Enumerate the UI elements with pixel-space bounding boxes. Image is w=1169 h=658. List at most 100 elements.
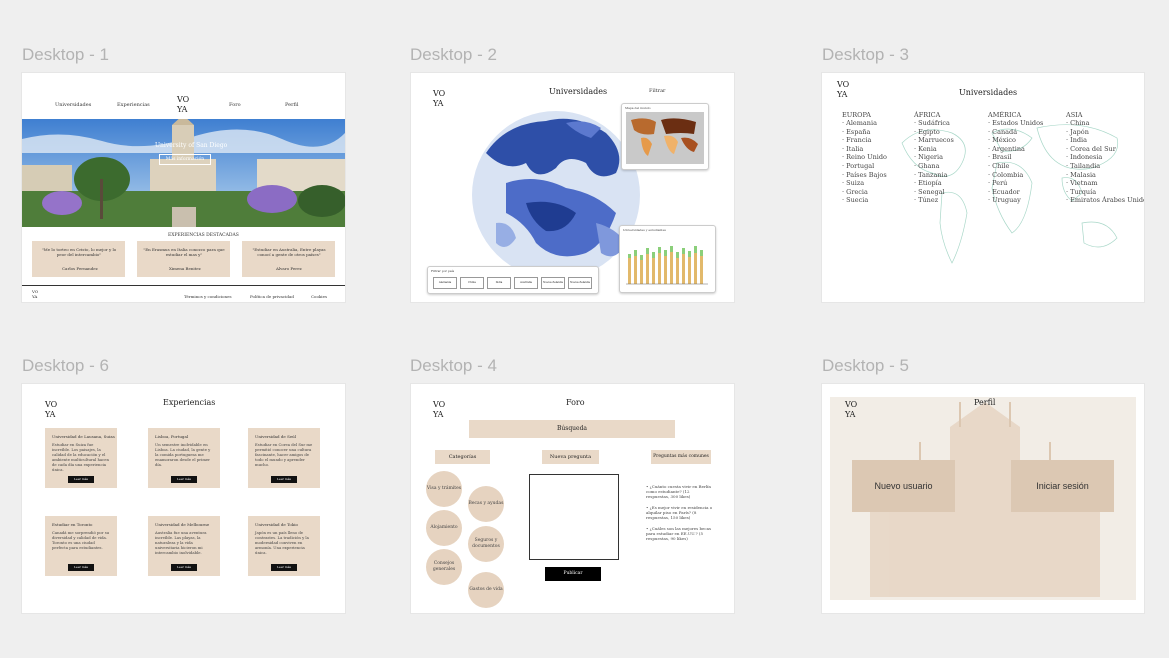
frame-desktop-5[interactable]: VO YA Perfil Nuevo usuario Iniciar sesión: [822, 384, 1144, 613]
read-more-button[interactable]: Leer más: [68, 564, 94, 571]
country-item[interactable]: · España: [842, 128, 887, 137]
hero-more-info-button[interactable]: Más información: [159, 154, 211, 165]
country-item[interactable]: · Perú: [988, 179, 1043, 188]
nav-experiencias[interactable]: Experiencias: [117, 102, 150, 108]
login-button[interactable]: Iniciar sesión: [1011, 460, 1114, 512]
country-item[interactable]: · Alemania: [842, 119, 887, 128]
filter-chip[interactable]: Alemania: [433, 277, 457, 289]
question-textarea[interactable]: [529, 474, 619, 560]
category-living-costs[interactable]: Gastos de vida: [468, 572, 504, 608]
country-item[interactable]: · México: [988, 136, 1043, 145]
filter-chip[interactable]: India: [487, 277, 511, 289]
nav-perfil[interactable]: Perfil: [285, 102, 298, 108]
bar-chart-panel[interactable]: Universidades y estudiantes: [619, 225, 716, 293]
country-item[interactable]: · Vietnam: [1066, 179, 1144, 188]
logo[interactable]: VO YA: [433, 400, 445, 420]
new-question-header[interactable]: Nueva pregunta: [542, 450, 599, 464]
experience-card[interactable]: Lisboa, Portugal Un semestre inolvidable…: [148, 428, 220, 488]
frame-desktop-4[interactable]: VO YA Foro Búsqueda Categorías Nueva preg…: [411, 384, 734, 613]
quote-card-1[interactable]: "Me lo torteo en Cristo, lo mejor y lo p…: [32, 241, 125, 277]
footer-privacy-link[interactable]: Política de privacidad: [250, 294, 294, 299]
country-item[interactable]: · Uruguay: [988, 196, 1043, 205]
logo[interactable]: VO YA: [177, 95, 189, 115]
country-item[interactable]: · Colombia: [988, 171, 1043, 180]
country-item[interactable]: · Japón: [1066, 128, 1144, 137]
logo[interactable]: VO YA: [837, 80, 849, 100]
country-item[interactable]: · Senegal: [914, 188, 954, 197]
country-item[interactable]: · Argentina: [988, 145, 1043, 154]
read-more-button[interactable]: Leer más: [171, 476, 197, 483]
publish-button[interactable]: Publicar: [545, 567, 601, 581]
faq-item[interactable]: • ¿Es mejor vivir en residencia o alquil…: [646, 505, 714, 520]
faq-item[interactable]: • ¿Cuáles son las mejores becas para est…: [646, 526, 714, 541]
category-general-tips[interactable]: Consejos generales: [426, 549, 462, 585]
logo[interactable]: VO YA: [845, 400, 857, 420]
category-scholarships[interactable]: Becas y ayudas: [468, 486, 504, 522]
new-user-button[interactable]: Nuevo usuario: [852, 460, 955, 512]
country-item[interactable]: · Marruecos: [914, 136, 954, 145]
country-item[interactable]: · Tailandia: [1066, 162, 1144, 171]
read-more-button[interactable]: Leer más: [271, 564, 297, 571]
read-more-button[interactable]: Leer más: [271, 476, 297, 483]
read-more-button[interactable]: Leer más: [171, 564, 197, 571]
filter-chip[interactable]: Nueva Zelanda: [568, 277, 592, 289]
logo[interactable]: VO YA: [45, 400, 57, 420]
filter-chip[interactable]: China: [460, 277, 484, 289]
logo[interactable]: VO YA: [433, 89, 445, 109]
country-item[interactable]: · India: [1066, 136, 1144, 145]
world-heatmap-panel[interactable]: Mapa del mundo: [621, 103, 709, 170]
category-insurance[interactable]: Seguros y documentos: [468, 526, 504, 562]
experience-card[interactable]: Estudiar en Toronto Canadá me sorprendió…: [45, 516, 117, 576]
country-item[interactable]: · Canadá: [988, 128, 1043, 137]
country-item[interactable]: · Emiratos Árabes Unidos: [1066, 196, 1144, 205]
country-item[interactable]: · Nigeria: [914, 153, 954, 162]
frame-desktop-1[interactable]: Universidades Experiencias VO YA Foro Per…: [22, 73, 345, 302]
country-item[interactable]: · Malasia: [1066, 171, 1144, 180]
footer-terms-link[interactable]: Términos y condiciones: [184, 294, 232, 299]
frame-desktop-6[interactable]: VO YA Experiencias Universidad de Lausana…: [22, 384, 345, 613]
country-item[interactable]: · Francia: [842, 136, 887, 145]
read-more-button[interactable]: Leer más: [68, 476, 94, 483]
country-filter-panel[interactable]: Filtrar por país Alemania China India Au…: [427, 266, 599, 294]
faq-item[interactable]: • ¿Cuánto cuesta vivir en Berlín como es…: [646, 484, 714, 499]
nav-foro[interactable]: Foro: [229, 102, 241, 108]
search-bar[interactable]: Búsqueda: [469, 420, 675, 438]
country-item[interactable]: · Etiopía: [914, 179, 954, 188]
country-item[interactable]: · Túnez: [914, 196, 954, 205]
frame-desktop-3[interactable]: VO YA Universidades EUROPA · Alemania · Es…: [822, 73, 1144, 302]
country-item[interactable]: · Suiza: [842, 179, 887, 188]
filter-chip[interactable]: Australia: [514, 277, 538, 289]
footer-cookies-link[interactable]: Cookies: [311, 294, 327, 299]
country-item[interactable]: · Sudáfrica: [914, 119, 954, 128]
country-item[interactable]: · China: [1066, 119, 1144, 128]
country-item[interactable]: · Portugal: [842, 162, 887, 171]
nav-universidades[interactable]: Universidades: [55, 102, 91, 108]
filter-button[interactable]: Filtrar: [649, 88, 665, 94]
country-item[interactable]: · Egipto: [914, 128, 954, 137]
country-item[interactable]: · Reino Unido: [842, 153, 887, 162]
country-item[interactable]: · Ghana: [914, 162, 954, 171]
experience-card[interactable]: Universidad de Tokio Japón es un país ll…: [248, 516, 320, 576]
country-item[interactable]: · Italia: [842, 145, 887, 154]
country-item[interactable]: · Kenia: [914, 145, 954, 154]
country-item[interactable]: · Chile: [988, 162, 1043, 171]
category-visa[interactable]: Visa y trámites: [426, 471, 462, 507]
filter-chip[interactable]: Nueva Zelanda: [541, 277, 565, 289]
country-item[interactable]: · Corea del Sur: [1066, 145, 1144, 154]
country-item[interactable]: · Ecuador: [988, 188, 1043, 197]
country-item[interactable]: · Brasil: [988, 153, 1043, 162]
country-item[interactable]: · Suecia: [842, 196, 887, 205]
country-item[interactable]: · Indonesia: [1066, 153, 1144, 162]
experience-card[interactable]: Universidad de Seúl Estudiar en Corea de…: [248, 428, 320, 488]
quote-card-3[interactable]: "Estudiar en Australia, Entre playas con…: [242, 241, 335, 277]
experience-card[interactable]: Universidad de Lausana, Suiza Estudiar e…: [45, 428, 117, 488]
frame-label-desktop-3: Desktop - 3: [822, 45, 909, 64]
experience-card[interactable]: Universidad de Melbourne Australia fue u…: [148, 516, 220, 576]
country-item[interactable]: · Grecia: [842, 188, 887, 197]
quote-card-2[interactable]: "En Erasmus en Italia conozco para que e…: [137, 241, 230, 277]
country-item[interactable]: · Países Bajos: [842, 171, 887, 180]
country-item[interactable]: · Tanzania: [914, 171, 954, 180]
country-item[interactable]: · Estados Unidos: [988, 119, 1043, 128]
frame-desktop-2[interactable]: VO YA Universidades Filtrar Mapa del mund…: [411, 73, 734, 302]
category-housing[interactable]: Alojamiento: [426, 510, 462, 546]
